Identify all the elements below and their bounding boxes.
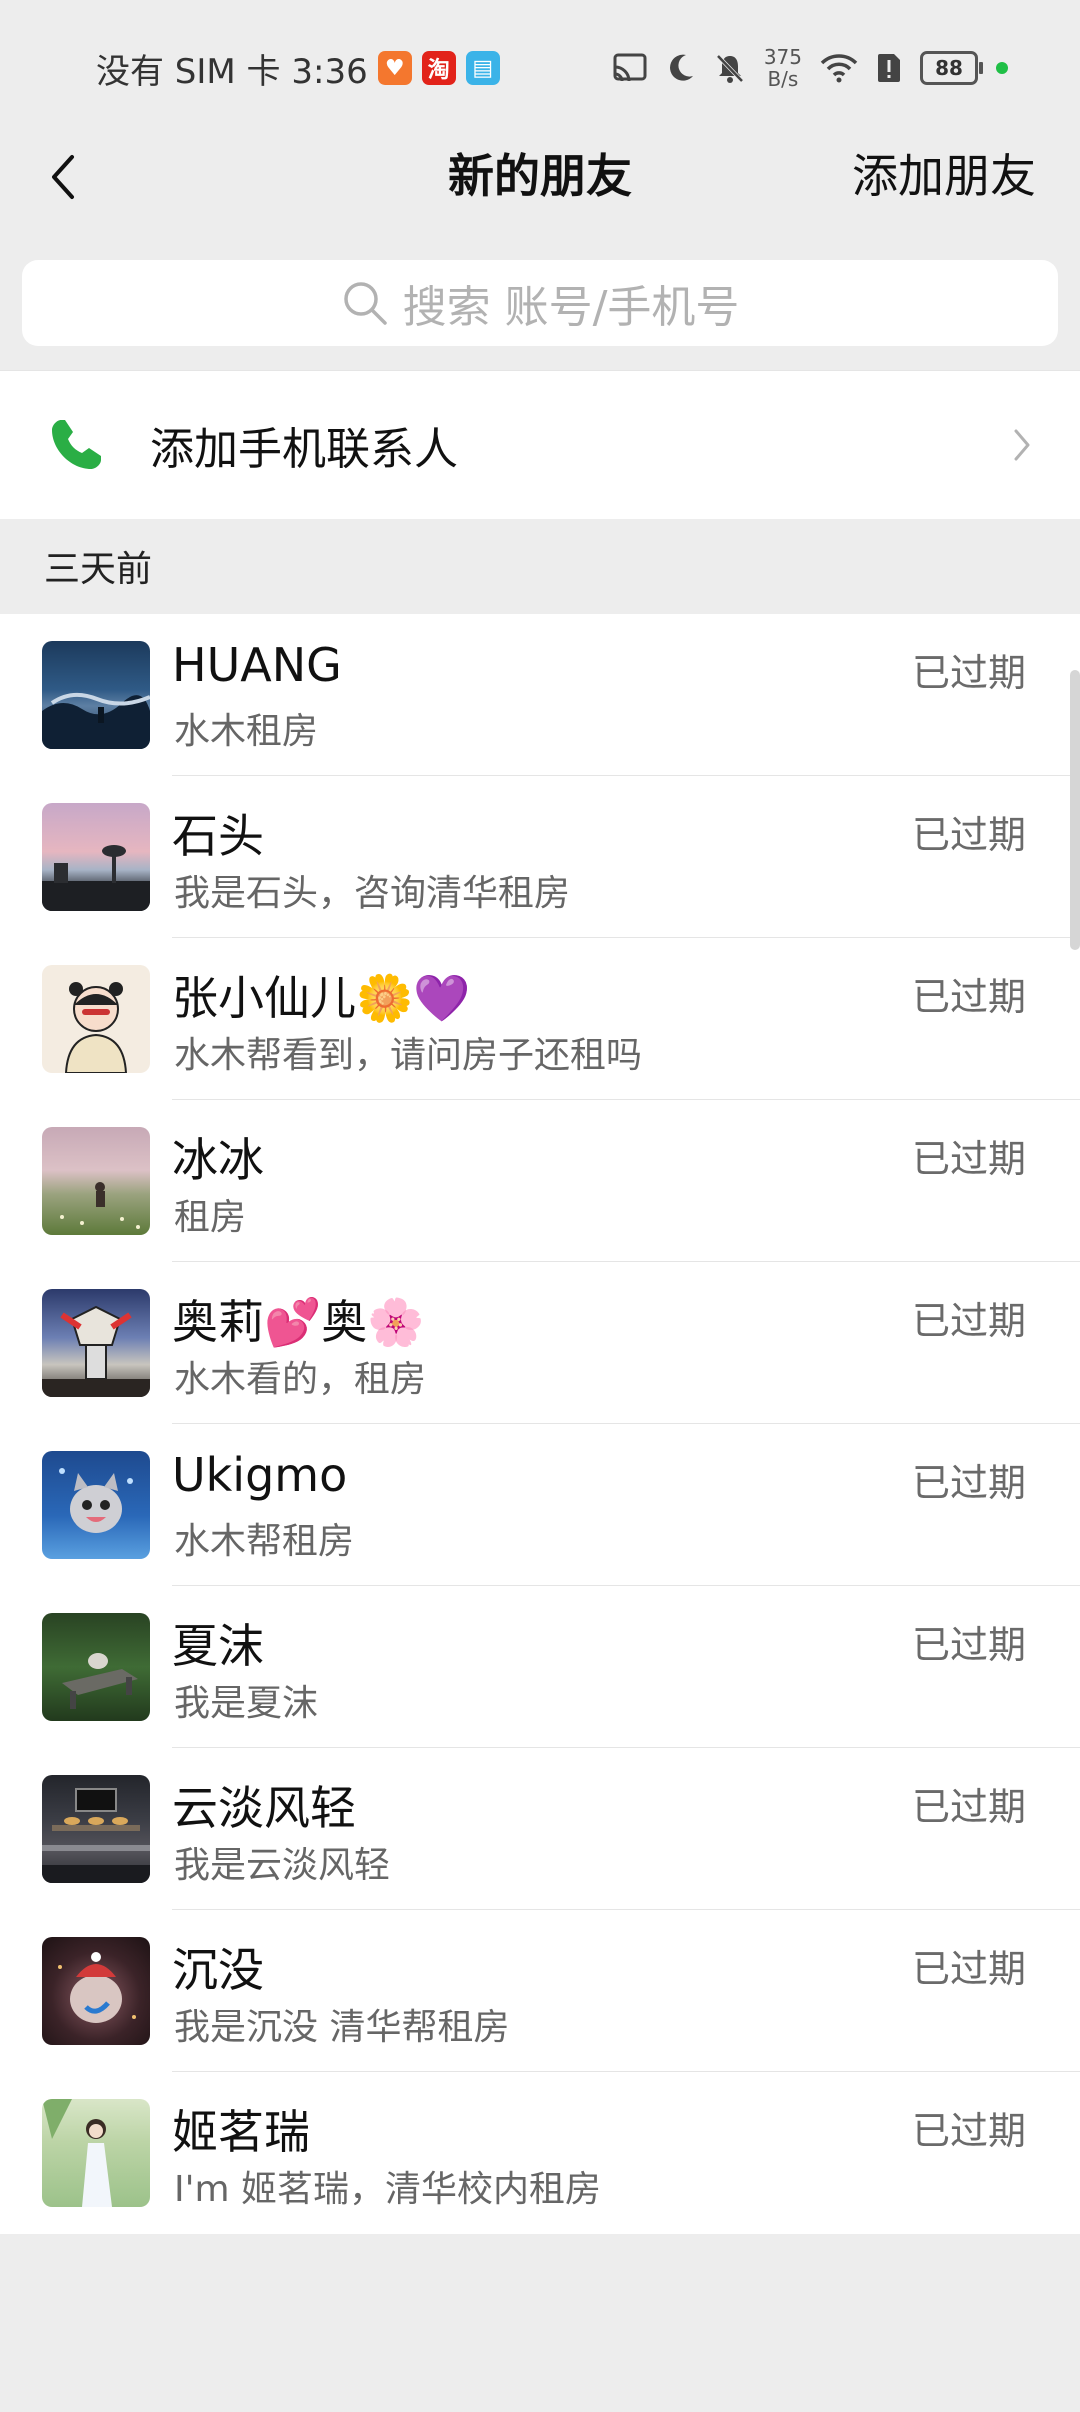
friend-request-item[interactable]: 沉没 我是沉没 清华帮租房 已过期 (0, 1910, 1080, 2072)
status-bar-left: 没有 SIM 卡 3:36 ♥ 淘 ▤ (96, 44, 500, 92)
avatar (42, 1289, 150, 1397)
status-label: 已过期 (911, 1623, 1026, 1667)
avatar (42, 1937, 150, 2045)
friend-message: 我是石头，咨询清华租房 (174, 873, 571, 914)
status-label: 已过期 (911, 1947, 1026, 1991)
add-phone-contacts-label: 添加手机联系人 (150, 424, 458, 475)
avatar (42, 1613, 150, 1721)
friend-message: 水木租房 (174, 711, 319, 752)
search-input[interactable]: 搜索 账号/手机号 (22, 260, 1058, 346)
status-bar-right: 375 B/s 88 (612, 44, 1008, 92)
friend-name: 张小仙儿🌼💜 (172, 971, 471, 1025)
net-speed-unit: B/s (767, 67, 799, 91)
avatar (42, 641, 150, 749)
net-speed: 375 B/s (764, 46, 802, 90)
moon-icon (669, 54, 693, 81)
chevron-right-icon (1014, 429, 1030, 461)
friend-name: 夏沫 (172, 1619, 264, 1673)
friend-name: 冰冰 (172, 1133, 264, 1187)
friend-message: I'm 姬茗瑞，清华校内租房 (174, 2169, 602, 2210)
status-label: 已过期 (911, 1137, 1026, 1181)
status-label: 已过期 (911, 813, 1026, 857)
wifi-icon (820, 54, 858, 83)
privacy-dot-icon (996, 62, 1008, 74)
friend-message: 我是夏沫 (174, 1683, 319, 1724)
friend-name: 云淡风轻 (172, 1781, 356, 1835)
status-label: 已过期 (911, 1785, 1026, 1829)
friend-request-item[interactable]: 夏沫 我是夏沫 已过期 (0, 1586, 1080, 1748)
avatar (42, 1451, 150, 1559)
friend-message: 我是云淡风轻 (174, 1845, 391, 1886)
orange-app-icon: ♥ (377, 51, 412, 85)
taobao-app-icon: 淘 (421, 51, 456, 85)
friend-name: 石头 (172, 809, 264, 863)
reader-app-icon: ▤ (465, 51, 500, 85)
friend-name: 奥莉💕奥🌸 (172, 1295, 425, 1349)
back-button[interactable] (28, 142, 98, 212)
avatar (42, 1775, 150, 1883)
chevron-left-icon (52, 155, 74, 199)
add-phone-contacts-row[interactable]: 添加手机联系人 (0, 370, 1080, 519)
friend-name: HUANG (172, 638, 342, 692)
status-bar: 没有 SIM 卡 3:36 ♥ 淘 ▤ 375 B/s 88 (0, 0, 1080, 120)
friend-message: 水木帮看到，请问房子还租吗 (174, 1035, 643, 1076)
status-label: 已过期 (911, 651, 1026, 695)
friend-request-item[interactable]: 冰冰 租房 已过期 (0, 1100, 1080, 1262)
friend-request-list: HUANG 水木租房 已过期 石头 我是石头，咨询清华租房 已过期 张小仙儿🌼💜… (0, 614, 1080, 2234)
section-header: 三天前 (44, 549, 153, 590)
friend-message: 水木看的，租房 (174, 1359, 427, 1400)
nav-bar: 新的朋友 添加朋友 (0, 120, 1080, 230)
status-label: 已过期 (911, 1461, 1026, 1505)
battery-icon: 88 (920, 51, 983, 85)
bell-mute-icon (716, 54, 744, 83)
friend-name: 姬茗瑞 (172, 2105, 310, 2159)
alert-sim-icon (878, 54, 900, 82)
phone-icon (44, 413, 108, 477)
avatar (42, 803, 150, 911)
friend-request-item[interactable]: 云淡风轻 我是云淡风轻 已过期 (0, 1748, 1080, 1910)
carrier-time: 没有 SIM 卡 3:36 (96, 51, 368, 92)
friend-request-item[interactable]: 张小仙儿🌼💜 水木帮看到，请问房子还租吗 已过期 (0, 938, 1080, 1100)
search-icon (343, 282, 387, 325)
net-speed-value: 375 (763, 45, 802, 69)
friend-message: 我是沉没 清华帮租房 (174, 2007, 510, 2048)
status-label: 已过期 (911, 1299, 1026, 1343)
friend-name: Ukigmo (172, 1448, 348, 1502)
friend-request-item[interactable]: 石头 我是石头，咨询清华租房 已过期 (0, 776, 1080, 938)
friend-request-item[interactable]: 姬茗瑞 I'm 姬茗瑞，清华校内租房 已过期 (0, 2072, 1080, 2234)
scrollbar[interactable] (1070, 670, 1080, 950)
avatar (42, 965, 150, 1073)
add-friend-button[interactable]: 添加朋友 (852, 140, 1036, 206)
friend-name: 沉没 (172, 1943, 264, 1997)
cast-icon (613, 53, 647, 82)
search-placeholder: 搜索 账号/手机号 (402, 282, 740, 333)
friend-message: 租房 (174, 1197, 247, 1238)
avatar (42, 2099, 150, 2207)
status-label: 已过期 (911, 2109, 1026, 2153)
friend-request-item[interactable]: 奥莉💕奥🌸 水木看的，租房 已过期 (0, 1262, 1080, 1424)
friend-message: 水木帮租房 (174, 1521, 355, 1562)
friend-request-item[interactable]: HUANG 水木租房 已过期 (0, 614, 1080, 776)
friend-request-item[interactable]: Ukigmo 水木帮租房 已过期 (0, 1424, 1080, 1586)
status-label: 已过期 (911, 975, 1026, 1019)
avatar (42, 1127, 150, 1235)
